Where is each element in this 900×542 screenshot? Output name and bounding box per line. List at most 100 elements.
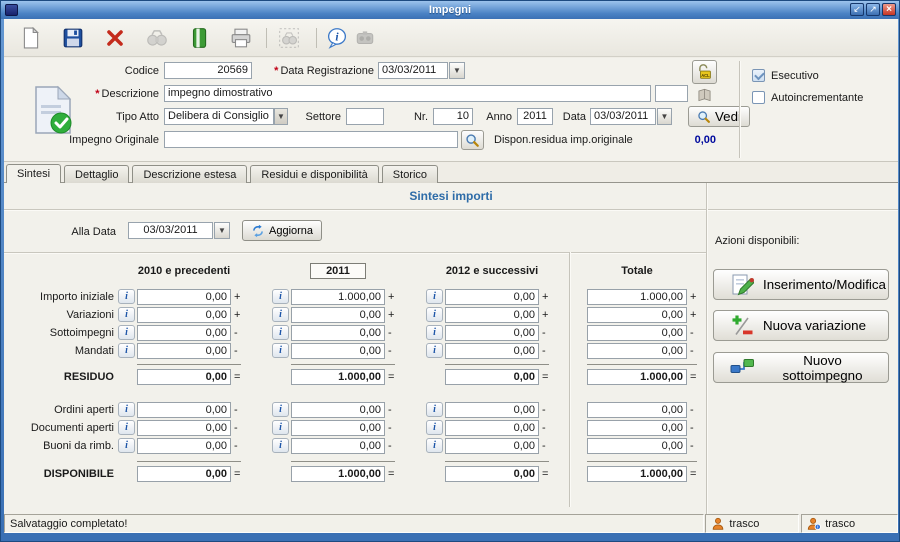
tab-descrizione-estesa[interactable]: Descrizione estesa <box>132 165 247 183</box>
user-icon <box>711 517 725 531</box>
data-registrazione-label: *Data Registrazione <box>256 65 374 79</box>
col-totale-header: Totale <box>587 265 687 277</box>
anno-label: Anno <box>482 111 512 125</box>
lock-icon: ACL <box>696 63 714 81</box>
vedi-button[interactable]: Vedi <box>688 106 750 127</box>
user-panel-2[interactable]: !trasco <box>801 514 898 533</box>
edit-icon <box>730 273 754 297</box>
settore-label: Settore <box>296 111 341 125</box>
info-icon[interactable]: i <box>426 420 443 435</box>
anno-field[interactable]: 2011 <box>517 108 553 125</box>
save-icon <box>62 27 84 49</box>
tab-residui-disponibilita[interactable]: Residui e disponibilità <box>250 165 378 183</box>
col-2012-header: 2012 e successivi <box>432 265 552 277</box>
search-button[interactable] <box>144 24 172 52</box>
tab-sintesi[interactable]: Sintesi <box>6 164 61 183</box>
info-icon[interactable]: i <box>272 438 289 453</box>
data-registrazione-dropdown[interactable]: ▼ <box>449 62 465 79</box>
tipo-atto-select[interactable]: Delibera di Consiglio <box>164 108 274 125</box>
info-icon[interactable]: i <box>426 325 443 340</box>
info-icon[interactable]: i <box>118 289 135 304</box>
title-bar[interactable]: Impegni ↙ ↗ × <box>1 1 899 19</box>
svg-text:ACL: ACL <box>701 73 710 78</box>
select-search-button[interactable] <box>276 24 304 52</box>
info-icon[interactable]: i <box>272 343 289 358</box>
book-icon <box>696 87 713 103</box>
settore-field[interactable] <box>346 108 384 125</box>
user-panel-1[interactable]: trasco <box>705 514 799 533</box>
delete-button[interactable] <box>102 24 130 52</box>
actions-divider <box>706 183 707 516</box>
info-icon[interactable]: i <box>118 343 135 358</box>
data-registrazione-field[interactable]: 03/03/2011 <box>378 62 448 79</box>
data-atto-field[interactable]: 03/03/2011 <box>590 108 656 125</box>
tipo-atto-label: Tipo Atto <box>59 111 159 125</box>
dictionary-button[interactable] <box>693 85 715 104</box>
info-icon[interactable]: i <box>272 289 289 304</box>
row-buoni-da-rimb: Buoni da rimb. i0,00- i0,00- i0,00- 0,00… <box>4 438 706 454</box>
section-title: Sintesi importi <box>4 189 898 203</box>
nuova-variazione-button[interactable]: Nuova variazione <box>713 310 889 341</box>
tipo-atto-dropdown[interactable]: ▼ <box>274 108 288 125</box>
acl-lock-button[interactable]: ACL <box>692 60 717 84</box>
status-bar: Salvataggio completato! trasco !trasco <box>4 514 898 533</box>
col-2011-header: 2011 <box>310 263 366 279</box>
row-mandati: Mandati i0,00- i0,00- i0,00- 0,00- <box>4 343 706 359</box>
new-document-icon <box>20 27 42 49</box>
info-icon[interactable]: i <box>272 325 289 340</box>
save-button[interactable] <box>60 24 88 52</box>
info-icon[interactable]: i <box>118 420 135 435</box>
nr-label: Nr. <box>390 111 428 125</box>
autoincrementante-checkbox[interactable] <box>752 91 765 104</box>
info-icon[interactable]: i <box>426 307 443 322</box>
info-icon[interactable]: i <box>272 402 289 417</box>
data-atto-dropdown[interactable]: ▼ <box>657 108 672 125</box>
info-icon[interactable]: i <box>118 402 135 417</box>
minimize-button[interactable]: ↙ <box>850 3 864 16</box>
tab-storico[interactable]: Storico <box>382 165 438 183</box>
close-button[interactable]: × <box>882 3 896 16</box>
dispon-residua-label: Dispon.residua imp.originale <box>494 134 654 148</box>
info-icon[interactable]: i <box>118 438 135 453</box>
descrizione-field[interactable]: impegno dimostrativo <box>164 85 651 102</box>
info-icon[interactable]: i <box>426 343 443 358</box>
info-icon[interactable]: i <box>426 438 443 453</box>
print-button[interactable] <box>228 24 256 52</box>
header-form: Codice 20569 *Data Registrazione 03/03/2… <box>4 58 898 162</box>
catalog-button[interactable] <box>186 24 214 52</box>
descrizione-label: *Descrizione <box>59 88 159 102</box>
archive-button[interactable] <box>352 24 380 52</box>
impegno-originale-field[interactable] <box>164 131 458 148</box>
alla-data-label: Alla Data <box>24 226 116 240</box>
info-icon[interactable]: i <box>118 325 135 340</box>
descrizione-code-field[interactable] <box>655 85 688 102</box>
binoculars-icon <box>146 27 168 49</box>
delete-icon <box>104 27 126 49</box>
catalog-icon <box>188 27 210 49</box>
row-ordini-aperti: Ordini aperti i0,00- i0,00- i0,00- 0,00- <box>4 402 706 418</box>
maximize-button[interactable]: ↗ <box>866 3 880 16</box>
window-title: Impegni <box>1 4 899 16</box>
tab-dettaglio[interactable]: Dettaglio <box>64 165 129 183</box>
hierarchy-icon <box>730 356 754 380</box>
inserimento-modifica-button[interactable]: Inserimento/Modifica <box>713 269 889 300</box>
info-icon[interactable]: i <box>118 307 135 322</box>
info-icon[interactable]: i <box>426 402 443 417</box>
nuovo-sottoimpegno-button[interactable]: Nuovo sottoimpegno <box>713 352 889 383</box>
alla-data-dropdown[interactable]: ▼ <box>214 222 230 239</box>
info-icon[interactable]: i <box>426 289 443 304</box>
info-icon[interactable]: i <box>272 420 289 435</box>
alla-data-field[interactable]: 03/03/2011 <box>128 222 213 239</box>
esecutivo-checkbox[interactable] <box>752 69 765 82</box>
user-badge-icon: ! <box>807 517 821 531</box>
new-button[interactable] <box>18 24 46 52</box>
info-icon[interactable]: i <box>272 307 289 322</box>
magnifier-icon <box>465 133 480 148</box>
codice-field[interactable]: 20569 <box>164 62 252 79</box>
refresh-icon <box>251 224 265 238</box>
autoincrementante-label: Autoincrementante <box>771 92 863 104</box>
nr-field[interactable]: 10 <box>433 108 473 125</box>
impegno-search-button[interactable] <box>461 130 484 150</box>
aggiorna-button[interactable]: Aggiorna <box>242 220 322 241</box>
info-button[interactable]: i <box>324 24 352 52</box>
